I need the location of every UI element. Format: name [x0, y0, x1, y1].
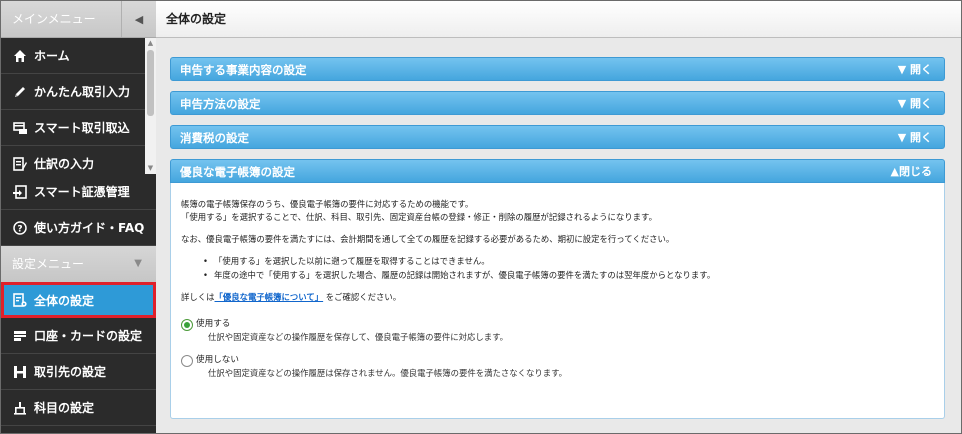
panel-description: 「使用する」を選択することで、仕訳、科目、取引先、固定資産台帳の登録・修正・削除… — [181, 212, 657, 222]
list-item: 「使用する」を選択した以前に遡って履歴を取得することはできません。 — [203, 254, 934, 268]
sidebar-scrollbar[interactable]: ▲ ▼ — [145, 38, 156, 174]
sidebar-lower: スマート証憑管理 ? 使い方ガイド・FAQ 設定メニュー ▼ 全体の設定 口座・… — [1, 174, 156, 426]
accordion-label: 優良な電子帳簿の設定 — [180, 165, 295, 179]
accordion-open-toggle[interactable]: ▼ 開く — [898, 92, 932, 116]
document-import-icon — [12, 184, 28, 200]
sidebar-item-label: スマート取引取込 — [34, 121, 130, 135]
hierarchy-icon — [12, 400, 28, 416]
settings-menu-header[interactable]: 設定メニュー ▼ — [1, 246, 156, 282]
sidebar-item-smart-vouchers[interactable]: スマート証憑管理 — [1, 174, 156, 210]
settings-menu-label: 設定メニュー — [12, 257, 85, 271]
panel-description: 帳簿の電子帳簿保存のうち、優良電子帳簿の要件に対応するための機能です。 — [181, 199, 474, 209]
panel-note: なお、優良電子帳簿の要件を満たすには、会計期間を通して全ての履歴を記録する必要が… — [181, 234, 675, 244]
accordion-excellent-e-books[interactable]: 優良な電子帳簿の設定 ▲閉じる — [170, 159, 945, 183]
accordion-open-toggle[interactable]: ▼ 開く — [898, 126, 932, 150]
pencil-icon — [12, 84, 28, 100]
accordion-open-toggle[interactable]: ▼ 開く — [898, 58, 932, 82]
sidebar-item-journal[interactable]: 仕訳の入力 — [1, 146, 156, 174]
collapse-sidebar-button[interactable]: ◀ — [121, 1, 156, 37]
accordion-filing-method[interactable]: 申告方法の設定 ▼ 開く — [170, 91, 945, 115]
radio-description: 仕訳や固定資産などの操作履歴は保存されません。優良電子帳簿の要件を満たさなくなり… — [208, 368, 568, 378]
sidebar-item-label: 取引先の設定 — [34, 365, 107, 379]
radio-use[interactable] — [181, 319, 193, 331]
option-use[interactable]: 使用する 仕訳や固定資産などの操作履歴を保存して、優良電子帳簿の要件に対応します… — [181, 318, 934, 344]
sidebar-item-label: 全体の設定 — [34, 293, 95, 308]
partner-icon — [12, 364, 28, 380]
scroll-down-arrow-icon[interactable]: ▼ — [145, 163, 156, 174]
main-menu-header: メインメニュー ◀ — [1, 1, 156, 38]
main-menu-label: メインメニュー — [12, 12, 96, 26]
accordion-close-toggle[interactable]: ▲閉じる — [891, 160, 932, 184]
settings-accordion: 申告する事業内容の設定 ▼ 開く 申告方法の設定 ▼ 開く 消費税の設定 ▼ 開… — [170, 57, 945, 419]
panel-bullet-list: 「使用する」を選択した以前に遡って履歴を取得することはできません。 年度の途中で… — [203, 254, 934, 282]
accordion-label: 申告方法の設定 — [180, 97, 261, 111]
sidebar-item-general-settings[interactable]: 全体の設定 — [1, 282, 156, 318]
accordion-label: 申告する事業内容の設定 — [180, 63, 307, 77]
accordion-label: 消費税の設定 — [180, 131, 249, 145]
sidebar-item-partner-settings[interactable]: 取引先の設定 — [1, 354, 156, 390]
sidebar-item-label: 口座・カードの設定 — [34, 329, 143, 343]
details-link[interactable]: 「優良な電子帳簿について」 — [215, 292, 324, 302]
sidebar-item-simple-entry[interactable]: かんたん取引入力 — [1, 74, 156, 110]
radio-not-use[interactable] — [181, 355, 193, 367]
excellent-e-books-panel: 帳簿の電子帳簿保存のうち、優良電子帳簿の要件に対応するための機能です。 「使用す… — [170, 183, 945, 419]
details-suffix: をご確認ください。 — [325, 292, 402, 302]
details-prefix: 詳しくは — [181, 292, 215, 302]
accordion-business-content[interactable]: 申告する事業内容の設定 ▼ 開く — [170, 57, 945, 81]
sidebar-item-account-card-settings[interactable]: 口座・カードの設定 — [1, 318, 156, 354]
help-icon: ? — [12, 220, 28, 236]
sidebar-item-smart-import[interactable]: スマート取引取込 — [1, 110, 156, 146]
scrollbar-thumb[interactable] — [147, 50, 154, 116]
sidebar-item-label: かんたん取引入力 — [34, 85, 131, 99]
sidebar-item-label: 科目の設定 — [34, 401, 95, 415]
scroll-up-arrow-icon[interactable]: ▲ — [145, 38, 156, 49]
import-card-icon — [12, 120, 28, 136]
radio-description: 仕訳や固定資産などの操作履歴を保存して、優良電子帳簿の要件に対応します。 — [208, 332, 508, 342]
accordion-consumption-tax[interactable]: 消費税の設定 ▼ 開く — [170, 125, 945, 149]
account-card-icon — [12, 328, 28, 344]
svg-text:?: ? — [17, 224, 22, 234]
option-not-use[interactable]: 使用しない 仕訳や固定資産などの操作履歴は保存されません。優良電子帳簿の要件を満… — [181, 354, 934, 380]
chevron-down-icon: ▼ — [134, 258, 142, 269]
list-item: 年度の途中で「使用する」を選択した場合、履歴の記録は開始されますが、優良電子帳簿… — [203, 268, 934, 282]
sidebar-item-home[interactable]: ホーム — [1, 38, 156, 74]
journal-icon — [12, 156, 28, 172]
sidebar-item-label: 使い方ガイド・FAQ — [34, 221, 145, 235]
sidebar-item-label: スマート証憑管理 — [34, 185, 130, 199]
settings-document-icon — [12, 292, 28, 308]
app-frame: メインメニュー ◀ ホーム かんたん取引入力 スマート取引取込 仕訳の入力 ▲ … — [0, 0, 962, 434]
details-text: 詳しくは「優良な電子帳簿について」 をご確認ください。 — [181, 291, 934, 304]
sidebar-item-guide-faq[interactable]: ? 使い方ガイド・FAQ — [1, 210, 156, 246]
home-icon — [12, 48, 28, 64]
page-title: 全体の設定 — [156, 1, 961, 38]
sidebar-item-label: ホーム — [34, 49, 70, 63]
radio-label: 使用する — [196, 319, 231, 329]
main-content: 全体の設定 申告する事業内容の設定 ▼ 開く 申告方法の設定 ▼ 開く 消費税の… — [156, 1, 961, 433]
sidebar-item-account-title-settings[interactable]: 科目の設定 — [1, 390, 156, 426]
sidebar-item-label: 仕訳の入力 — [34, 157, 95, 171]
radio-label: 使用しない — [196, 355, 239, 365]
sidebar: メインメニュー ◀ ホーム かんたん取引入力 スマート取引取込 仕訳の入力 ▲ … — [1, 1, 156, 433]
main-menu-list: ホーム かんたん取引入力 スマート取引取込 仕訳の入力 — [1, 38, 156, 174]
